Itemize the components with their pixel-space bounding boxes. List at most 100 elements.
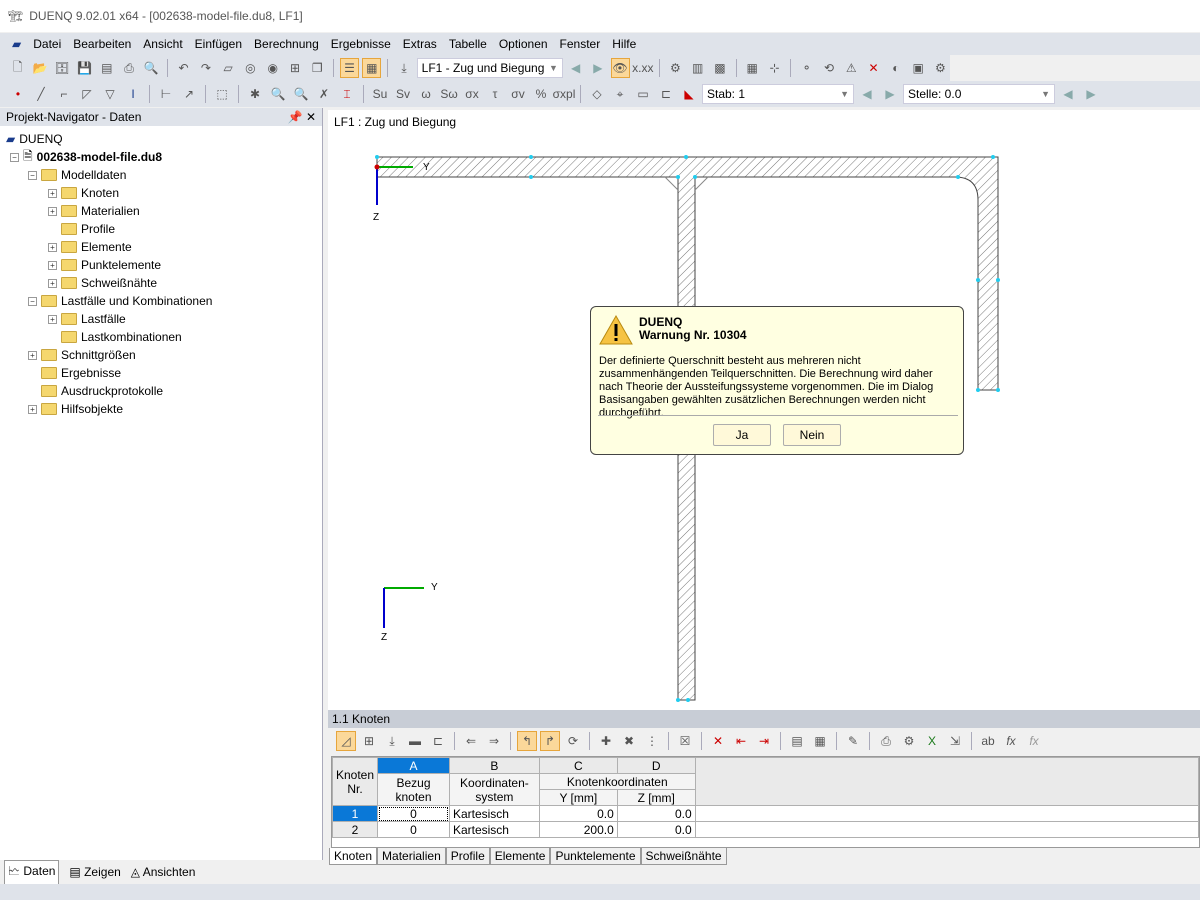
dimension-icon[interactable]: ⊢	[156, 84, 176, 104]
print-icon[interactable]: ⎙	[119, 58, 138, 78]
tree-item[interactable]: Profile	[48, 220, 115, 238]
col-d[interactable]: D	[616, 757, 696, 774]
tool3-icon[interactable]: ▭	[633, 84, 653, 104]
save-icon[interactable]: 💾	[75, 58, 94, 78]
su-icon[interactable]: Su	[370, 84, 390, 104]
cell-bezug[interactable]: 0	[377, 805, 450, 822]
omega-icon[interactable]: ω	[416, 84, 436, 104]
tree-item[interactable]: + Knoten	[48, 184, 119, 202]
loadcase-icon[interactable]: ⤓	[394, 58, 413, 78]
next-icon[interactable]: ▶	[588, 58, 607, 78]
tree-item[interactable]: Lastkombinationen	[48, 328, 182, 346]
col-b[interactable]: B	[448, 757, 540, 774]
grid-icon[interactable]: ⊹	[765, 58, 784, 78]
collapse-icon[interactable]: −	[28, 296, 37, 306]
stelle-select[interactable]: Stelle: 0.0 ▼	[903, 84, 1055, 104]
insert-row-icon[interactable]: ⊞	[359, 731, 379, 751]
col-c[interactable]: C	[538, 757, 618, 774]
section-icon[interactable]: ▥	[688, 58, 707, 78]
cell-z[interactable]: 0.0	[616, 805, 696, 822]
collapse-icon[interactable]: −	[28, 170, 37, 180]
function-icon[interactable]: fx	[1001, 731, 1021, 751]
excel-icon[interactable]: X	[922, 731, 942, 751]
multiply-icon[interactable]: ✖	[619, 731, 639, 751]
tree-item[interactable]: − Modelldaten	[28, 166, 126, 184]
add-element-icon[interactable]: ◸	[77, 84, 97, 104]
select-icon[interactable]: ◎	[241, 58, 260, 78]
menu-fenster[interactable]: Fenster	[554, 37, 607, 51]
rotate-icon[interactable]: ⟲	[819, 58, 838, 78]
arrow-right-icon[interactable]: ⇒	[484, 731, 504, 751]
function-off-icon[interactable]: fx	[1024, 731, 1044, 751]
expand-icon[interactable]: +	[48, 278, 57, 288]
shift-right-icon[interactable]: ⇥	[754, 731, 774, 751]
render-icon[interactable]: ◐	[886, 58, 905, 78]
section2-icon[interactable]: ▩	[710, 58, 729, 78]
table-view-icon[interactable]: ☰	[339, 58, 360, 78]
add-polyline-icon[interactable]: ⌐	[54, 84, 74, 104]
tab-elemente[interactable]: Elemente	[489, 848, 551, 865]
tab-profile[interactable]: Profile	[445, 848, 490, 865]
expand-icon[interactable]: +	[48, 188, 57, 198]
sync-icon[interactable]: ↰	[517, 731, 537, 751]
print-table-icon[interactable]: ⎙	[876, 731, 896, 751]
tree-file[interactable]: − 🗎 002638-model-file.du8	[10, 148, 162, 166]
add-point-element-icon[interactable]: ▽	[100, 84, 120, 104]
delete-row-icon[interactable]: ▬	[405, 731, 425, 751]
expand-icon[interactable]: +	[48, 260, 57, 270]
menu-extras[interactable]: Extras	[397, 37, 443, 51]
tab-daten[interactable]: 🗠 Daten	[4, 859, 60, 885]
tool2-icon[interactable]: ⌖	[610, 84, 630, 104]
archive-icon[interactable]: 🗄	[53, 58, 72, 78]
dots-icon[interactable]: ⋮	[642, 731, 662, 751]
expand-icon[interactable]: +	[48, 242, 57, 252]
add-node-icon[interactable]: •	[8, 84, 28, 104]
app-menu-icon[interactable]: ▰	[6, 37, 27, 51]
add-profile-icon[interactable]: I	[123, 84, 143, 104]
edit-icon[interactable]: ▱	[218, 58, 237, 78]
prev-icon[interactable]: ◀	[566, 58, 585, 78]
bracket-icon[interactable]: ⊏	[428, 731, 448, 751]
tab-materialien[interactable]: Materialien	[377, 848, 446, 865]
tree-item[interactable]: + Hilfsobjekte	[28, 400, 123, 418]
axis-icon[interactable]: ✗	[314, 84, 334, 104]
cell-z[interactable]: 0.0	[616, 821, 696, 838]
tab-knoten[interactable]: Knoten	[329, 848, 378, 865]
calc-icon[interactable]: ⚙	[666, 58, 685, 78]
filter-icon[interactable]: ✱	[245, 84, 265, 104]
somega-icon[interactable]: Sω	[439, 84, 459, 104]
tree-item[interactable]: Ausdruckprotokolle	[28, 382, 163, 400]
tree-item[interactable]: + Schnittgrößen	[28, 346, 136, 364]
sync2-icon[interactable]: ↱	[540, 731, 560, 751]
cell-y[interactable]: 0.0	[538, 805, 618, 822]
clear-icon[interactable]: ☒	[675, 731, 695, 751]
menu-ergebnisse[interactable]: Ergebnisse	[325, 37, 397, 51]
col-a[interactable]: A	[377, 757, 450, 774]
values-icon[interactable]: x.xx	[632, 58, 653, 78]
tree-item[interactable]: − Lastfälle und Kombinationen	[28, 292, 212, 310]
collapse-icon[interactable]: −	[10, 152, 19, 162]
target-icon[interactable]: ◉	[263, 58, 282, 78]
cell-system[interactable]: Kartesisch	[448, 805, 540, 822]
edit-table-icon[interactable]: ◿	[336, 731, 356, 751]
tree-item[interactable]: + Schweißnähte	[48, 274, 157, 292]
expand-icon[interactable]: +	[48, 206, 57, 216]
table-blue-icon[interactable]: ▦	[810, 731, 830, 751]
tab-zeigen[interactable]: ▤ Zeigen	[69, 865, 120, 879]
table-row[interactable]: 2 0 Kartesisch 200.0 0.0	[331, 821, 1200, 838]
open-folder-icon[interactable]: 📂	[30, 58, 49, 78]
redo-icon[interactable]: ↷	[196, 58, 215, 78]
insert-icon[interactable]: ⊞	[285, 58, 304, 78]
mesh-icon[interactable]: ▦	[743, 58, 762, 78]
table-yellow-icon[interactable]: ▤	[787, 731, 807, 751]
undo-icon[interactable]: ↶	[174, 58, 193, 78]
tree-item[interactable]: + Punktelemente	[48, 256, 161, 274]
menu-bearbeiten[interactable]: Bearbeiten	[67, 37, 137, 51]
sigma-xpl-icon[interactable]: σxpl	[553, 84, 576, 104]
arrow-left-icon[interactable]: ⇐	[461, 731, 481, 751]
percent-icon[interactable]: %	[531, 84, 551, 104]
pencil-icon[interactable]: ✎	[843, 731, 863, 751]
grid-view-icon[interactable]: ▦	[362, 58, 382, 78]
mirror-icon[interactable]: ⚠	[842, 58, 861, 78]
text-icon[interactable]: ab	[978, 731, 998, 751]
